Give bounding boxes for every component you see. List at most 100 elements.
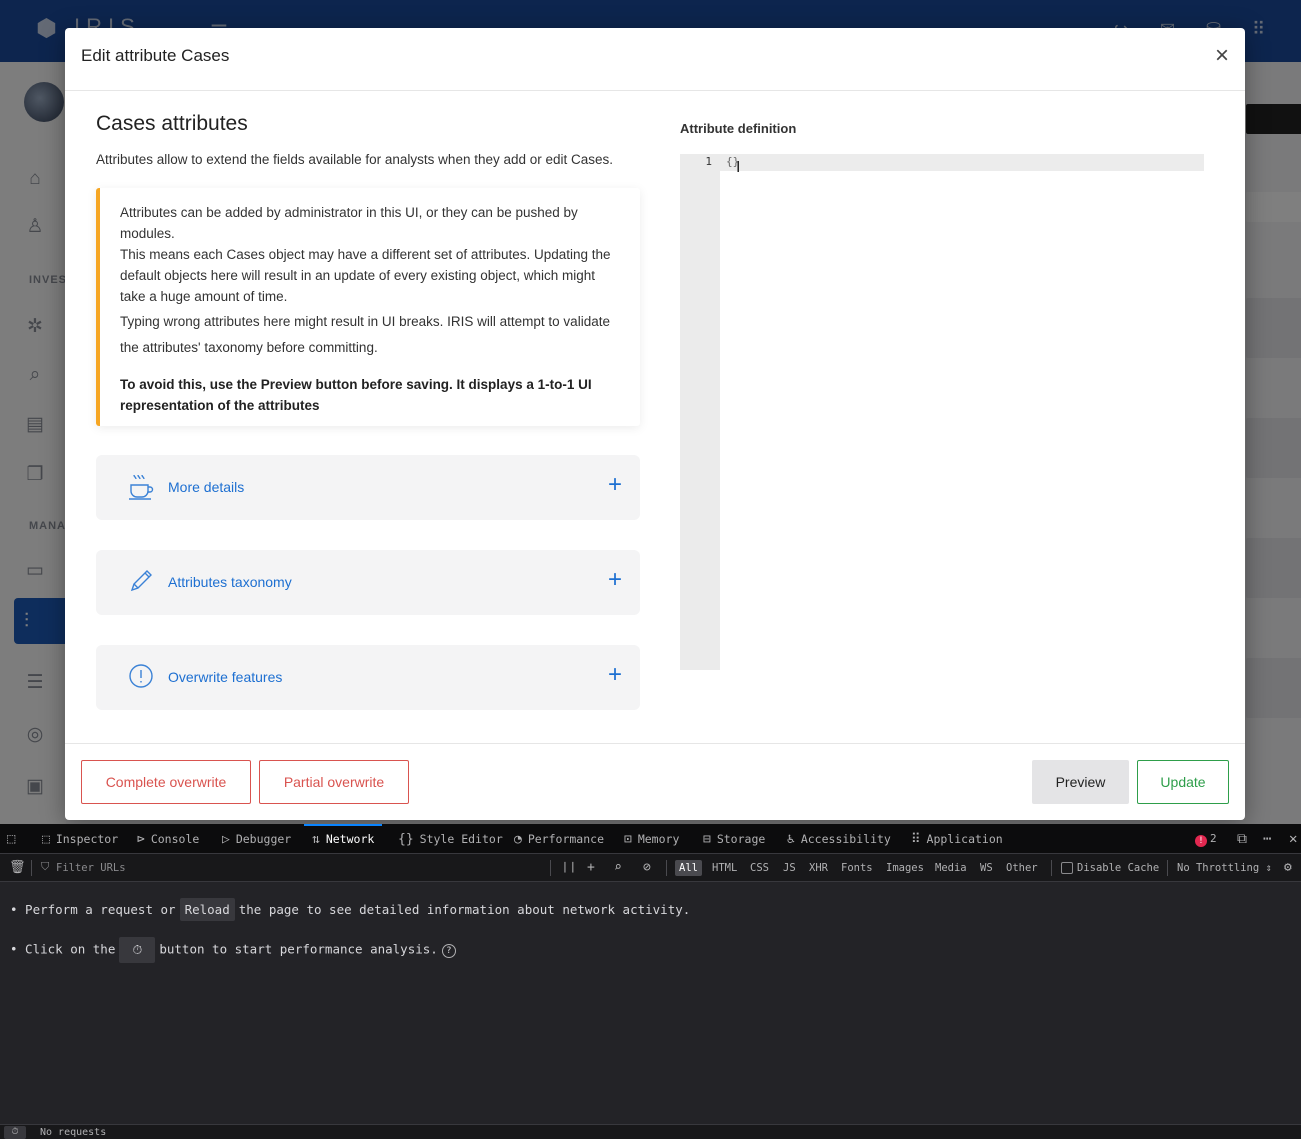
search-icon[interactable]: ⌕ <box>614 854 622 882</box>
separator <box>550 860 551 876</box>
stopwatch-icon[interactable]: ⏱ <box>119 937 156 963</box>
update-button[interactable]: Update <box>1137 760 1229 804</box>
tab-label: Storage <box>716 832 766 846</box>
filter-xhr[interactable]: XHR <box>805 860 832 876</box>
gauge-icon: ◔ <box>514 832 522 847</box>
trash-icon[interactable]: 🗑 <box>9 854 26 882</box>
filter-all[interactable]: All <box>675 860 702 876</box>
partial-overwrite-button[interactable]: Partial overwrite <box>259 760 409 804</box>
tab-label: Performance <box>527 832 604 846</box>
separator <box>1051 860 1052 876</box>
hint-text: the page to see detailed information abo… <box>238 902 691 917</box>
filter-ws[interactable]: WS <box>976 860 997 876</box>
plus-icon[interactable]: + <box>608 568 622 592</box>
complete-overwrite-button[interactable]: Complete overwrite <box>81 760 251 804</box>
plus-icon[interactable]: + <box>608 663 622 687</box>
network-toolbar: 🗑 ⛉ ❘❘ + ⌕ ⊘ All HTML CSS JS XHR Fonts I… <box>0 854 1301 882</box>
tab-inspector[interactable]: ⬚ Inspector <box>42 824 118 854</box>
tab-storage[interactable]: ⊟ Storage <box>703 824 765 854</box>
modal-footer: Complete overwrite Partial overwrite Pre… <box>65 743 1245 820</box>
reload-button[interactable]: Reload <box>179 898 235 921</box>
accessibility-icon: ♿ <box>787 832 795 847</box>
warning-text-1: Attributes can be added by administrator… <box>120 205 578 241</box>
separator <box>31 860 32 876</box>
filter-html[interactable]: HTML <box>708 860 741 876</box>
filter-css[interactable]: CSS <box>746 860 773 876</box>
tab-label: Debugger <box>235 832 292 846</box>
warning-callout: Attributes can be added by administrator… <box>96 188 640 426</box>
tab-label: Memory <box>637 832 680 846</box>
modal-header: Edit attribute Cases × <box>65 28 1245 91</box>
line-number: 1 <box>705 155 712 168</box>
warning-text-bold: To avoid this, use the Preview button be… <box>120 377 592 413</box>
tab-console[interactable]: ⊳ Console <box>137 824 199 854</box>
console-icon: ⊳ <box>137 832 145 847</box>
accordion-more-details[interactable]: More details + <box>96 455 640 520</box>
filter-images[interactable]: Images <box>882 860 928 876</box>
error-count-badge[interactable]: ! 2 <box>1195 824 1217 854</box>
error-icon: ! <box>1195 835 1207 847</box>
dock-icon[interactable]: ⧉ <box>1237 824 1247 854</box>
pause-icon[interactable]: ❘❘ <box>561 854 577 882</box>
error-count: 2 <box>1210 832 1217 845</box>
debugger-icon: ▷ <box>222 832 230 847</box>
tab-accessibility[interactable]: ♿ Accessibility <box>787 824 891 854</box>
filter-js[interactable]: JS <box>779 860 800 876</box>
editor-gutter <box>680 154 720 670</box>
section-title: Cases attributes <box>96 112 248 135</box>
plus-icon[interactable]: + <box>608 473 622 497</box>
tab-label: Inspector <box>55 832 119 846</box>
plus-icon[interactable]: + <box>587 854 595 882</box>
tab-style-editor[interactable]: {} Style Editor <box>398 824 503 854</box>
text-cursor-icon: I <box>736 159 741 176</box>
accordion-label: Attributes taxonomy <box>168 574 292 590</box>
help-icon[interactable]: ? <box>441 943 456 958</box>
preview-button[interactable]: Preview <box>1032 760 1129 804</box>
hint-text: • Perform a request or <box>10 902 176 917</box>
stopwatch-icon[interactable]: ⏱ <box>4 1126 26 1139</box>
tab-application[interactable]: ⠿ Application <box>911 824 1003 854</box>
filter-fonts[interactable]: Fonts <box>837 860 877 876</box>
network-statusbar: ⏱ No requests <box>0 1124 1301 1139</box>
network-empty-state: • Perform a request or Reload the page to … <box>0 882 1301 1124</box>
filter-urls-input[interactable] <box>36 858 546 878</box>
separator <box>1167 860 1168 876</box>
request-count: No requests <box>40 1127 107 1138</box>
element-picker-icon[interactable]: ⬚ <box>7 824 15 854</box>
tab-debugger[interactable]: ▷ Debugger <box>222 824 291 854</box>
code-editor[interactable]: 1 {} I <box>680 154 1205 670</box>
warning-text-3: Typing wrong attributes here might resul… <box>120 314 610 355</box>
accordion-overwrite-features[interactable]: Overwrite features + <box>96 645 640 710</box>
tab-label: Network <box>325 832 375 846</box>
tab-label: Accessibility <box>800 832 891 846</box>
network-icon: ⇅ <box>312 832 320 847</box>
chip-icon: ⊡ <box>624 832 632 847</box>
filter-media[interactable]: Media <box>931 860 971 876</box>
attribute-definition-label: Attribute definition <box>680 121 797 136</box>
inspector-icon: ⬚ <box>42 832 50 847</box>
more-options-icon[interactable]: ⋯ <box>1263 824 1271 854</box>
disable-cache-label: Disable Cache <box>1077 862 1160 874</box>
disable-cache-checkbox[interactable] <box>1061 862 1073 874</box>
close-devtools-icon[interactable]: ✕ <box>1289 824 1297 854</box>
tab-performance[interactable]: ◔ Performance <box>514 824 604 854</box>
hint-text: button to start performance analysis. <box>159 941 438 957</box>
pencil-icon <box>128 568 156 596</box>
accordion-label: Overwrite features <box>168 669 283 685</box>
close-icon[interactable]: × <box>1215 44 1229 68</box>
throttling-select[interactable]: No Throttling ⇕ <box>1177 854 1272 882</box>
separator <box>666 860 667 876</box>
accordion-attributes-taxonomy[interactable]: Attributes taxonomy + <box>96 550 640 615</box>
active-line-highlight <box>680 154 1204 171</box>
hint-text: • Click on the <box>10 941 116 957</box>
gear-icon[interactable]: ⚙ <box>1284 854 1292 882</box>
block-icon[interactable]: ⊘ <box>643 854 651 882</box>
filter-other[interactable]: Other <box>1002 860 1042 876</box>
tab-memory[interactable]: ⊡ Memory <box>624 824 679 854</box>
devtools-tabbar: ⬚ ⬚ Inspector ⊳ Console ▷ Debugger ⇅ Network… <box>0 824 1301 854</box>
performance-hint: • Click on the ⏱ button to start performan… <box>10 937 456 963</box>
tab-label: Style Editor <box>419 832 503 846</box>
modal-title: Edit attribute Cases <box>81 46 230 65</box>
devtools-panel: ⬚ ⬚ Inspector ⊳ Console ▷ Debugger ⇅ Network… <box>0 824 1301 1139</box>
tab-network[interactable]: ⇅ Network <box>303 824 383 854</box>
